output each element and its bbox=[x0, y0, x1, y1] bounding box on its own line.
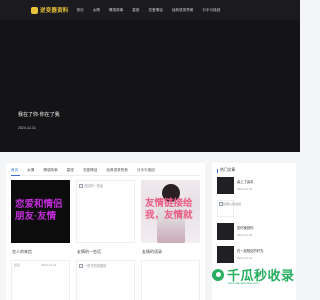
image-alt-text: 一些子的恋爱情 bbox=[84, 264, 107, 268]
nav-item-5[interactable]: 恋爱情话 bbox=[148, 8, 162, 13]
sidebar-item-title[interactable]: 如何挽回你 bbox=[237, 225, 253, 230]
article-thumbnail[interactable]: 友情链接给 我，友情就 bbox=[141, 180, 200, 243]
image-alt-text: 经典心情说说 bbox=[223, 202, 242, 206]
watermark-url: www.qianguamiao.com bbox=[228, 281, 259, 285]
sidebar-item[interactable]: 如何挽回你 2024-12-31 bbox=[217, 223, 295, 245]
top-navbar: 逆变器资料 首页 女情 情感故事 星座 恋爱情话 经典语录赞美 分手与挽回 bbox=[0, 0, 300, 20]
hero-title[interactable]: 我在了你·你在了我 bbox=[18, 111, 60, 118]
category-tabs: 首页 女情 情感故事 星座 恋爱情话 经典语录赞美 分手与挽回 bbox=[11, 168, 155, 173]
broken-image: 友情的一些话 bbox=[79, 183, 103, 188]
article-thumbnail[interactable]: 恋爱和情侣 朋友·友情 bbox=[11, 180, 70, 243]
sidebar-thumbnail[interactable] bbox=[217, 246, 234, 263]
article-thumbnail[interactable] bbox=[141, 260, 200, 300]
thumbnail-overlay-text: 友情链接给 bbox=[145, 198, 193, 209]
main-nav: 首页 女情 情感故事 星座 恋爱情话 经典语录赞美 分手与挽回 bbox=[77, 8, 221, 13]
watermark-logo-icon bbox=[212, 268, 224, 281]
tab-4[interactable]: 星座 bbox=[67, 168, 74, 173]
nav-item-7[interactable]: 分手与挽回 bbox=[202, 8, 220, 13]
tab-3[interactable]: 情感故事 bbox=[43, 168, 57, 173]
broken-image: 一些子的恋爱情 bbox=[79, 263, 106, 268]
broken-image-icon bbox=[79, 183, 83, 188]
active-tab-indicator bbox=[11, 175, 20, 176]
sidebar-item-title[interactable]: 在一起相处的时光 bbox=[237, 248, 263, 253]
tab-6[interactable]: 经典语录赞美 bbox=[106, 168, 128, 173]
nav-item-6[interactable]: 经典语录赞美 bbox=[172, 8, 194, 13]
article-title[interactable]: 友情的一些话 bbox=[77, 249, 101, 255]
sidebar-item[interactable]: 经典心情说说 bbox=[217, 200, 295, 222]
sidebar-item-date: 2024-12-31 bbox=[237, 233, 253, 237]
logo-text: 逆变器资料 bbox=[40, 8, 69, 14]
site-logo[interactable]: 逆变器资料 bbox=[31, 6, 69, 14]
article-title[interactable]: 恋人的来信 bbox=[12, 249, 32, 255]
sidebar-item[interactable]: 喜上了喜欢 2024-12-31 bbox=[217, 177, 295, 199]
tab-2[interactable]: 女情 bbox=[27, 168, 34, 173]
sidebar-item-title[interactable]: 喜上了喜欢 bbox=[237, 179, 253, 184]
tab-underline bbox=[11, 175, 200, 176]
sidebar-title: 热门文章 bbox=[217, 168, 235, 173]
hero-date: 2024-12-31 bbox=[18, 126, 36, 130]
article-title[interactable]: 友情的语录 bbox=[142, 249, 162, 255]
article-thumbnail[interactable]: 友情的一些话 bbox=[76, 180, 135, 243]
broken-image-icon bbox=[79, 263, 83, 268]
tab-7[interactable]: 分手与挽回 bbox=[137, 168, 155, 173]
logo-icon bbox=[31, 6, 38, 14]
tab-home[interactable]: 首页 bbox=[11, 168, 18, 173]
sidebar-thumbnail[interactable] bbox=[217, 177, 234, 194]
thumbnail-overlay-text: 我，友情就 bbox=[145, 210, 193, 221]
hero-banner[interactable]: 我在了你·你在了我 2024-12-31 bbox=[0, 20, 300, 152]
article-list-panel: 首页 女情 情感故事 星座 恋爱情话 经典语录赞美 分手与挽回 恋爱和情侣 朋友… bbox=[6, 163, 205, 300]
thumbnail-overlay-text: 朋友·友情 bbox=[15, 211, 57, 222]
nav-item-home[interactable]: 首页 bbox=[77, 8, 84, 13]
nav-item-2[interactable]: 女情 bbox=[93, 8, 100, 13]
article-tag: 标签 bbox=[14, 263, 21, 267]
sidebar-item-date: 2024-12-31 bbox=[237, 256, 253, 260]
nav-item-3[interactable]: 情感故事 bbox=[109, 8, 123, 13]
nav-item-4[interactable]: 星座 bbox=[132, 8, 139, 13]
article-thumbnail[interactable]: 一些子的恋爱情 bbox=[76, 260, 135, 300]
sidebar-title-text: 热门文章 bbox=[220, 168, 236, 172]
sidebar-thumbnail[interactable] bbox=[217, 223, 234, 240]
article-date: 2024-12-31 bbox=[41, 263, 57, 267]
image-alt-text: 友情的一些话 bbox=[84, 184, 104, 188]
sidebar-item-date: 2024-12-31 bbox=[237, 187, 253, 191]
title-accent-bar bbox=[217, 168, 218, 173]
tab-5[interactable]: 恋爱情话 bbox=[83, 168, 97, 173]
thumbnail-overlay-text: 恋爱和情侣 bbox=[15, 199, 63, 210]
